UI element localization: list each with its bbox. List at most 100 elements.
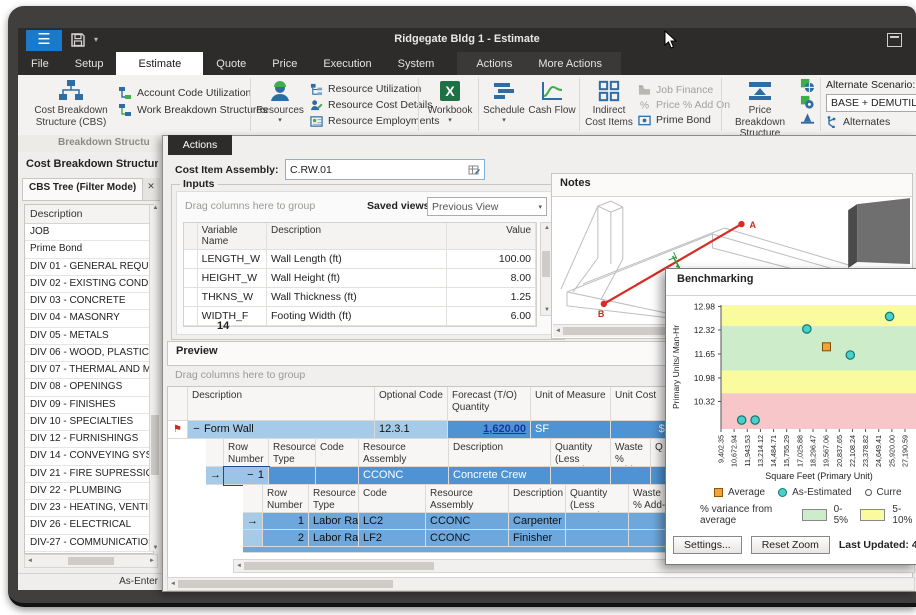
waste-cell[interactable] xyxy=(611,467,651,485)
variable-name-cell[interactable]: HEIGHT_W xyxy=(198,269,267,287)
cone-icon[interactable] xyxy=(800,112,815,125)
table-row[interactable]: HEIGHT_WWall Height (ft)8.00 xyxy=(184,269,536,288)
row-number-cell[interactable]: 1 xyxy=(263,513,309,530)
list-item[interactable]: DIV 22 - PLUMBING xyxy=(25,483,153,500)
menu-execution[interactable]: Execution xyxy=(310,52,384,75)
column-header[interactable]: Resource Assembly xyxy=(359,439,449,467)
list-item[interactable]: DIV 01 - GENERAL REQUIRE... xyxy=(25,259,153,276)
column-header[interactable]: Optional Code xyxy=(375,387,448,421)
column-header[interactable]: Resource Assembly xyxy=(426,485,509,513)
column-header[interactable]: Row Number xyxy=(224,439,269,467)
description-cell[interactable]: Wall Height (ft) xyxy=(267,269,447,287)
resource-type-cell[interactable]: Labor Rate xyxy=(309,530,359,547)
assembly-picker-icon[interactable] xyxy=(468,164,480,176)
list-item[interactable]: DIV 05 - METALS xyxy=(25,328,153,345)
row-number-cell[interactable]: 2 xyxy=(263,530,309,547)
workbook-button[interactable]: X Workbook ▾ xyxy=(424,79,476,125)
scrollbar-thumb[interactable] xyxy=(244,562,434,570)
indirect-cost-items-button[interactable]: Indirect Cost Items xyxy=(584,79,634,128)
description-cell[interactable]: Finisher xyxy=(509,530,566,547)
quantity-cell[interactable] xyxy=(566,530,629,547)
column-header[interactable]: Row Number xyxy=(263,485,309,513)
variable-name-cell[interactable]: THKNS_W xyxy=(198,288,267,306)
hamburger-menu-button[interactable]: ☰ xyxy=(26,30,62,51)
menu-file[interactable]: File xyxy=(18,52,62,75)
scroll-down-icon[interactable]: ▼ xyxy=(150,545,161,551)
dialog-horizontal-scrollbar[interactable]: ◄ xyxy=(167,577,915,591)
column-header[interactable]: Waste % Add-on xyxy=(611,439,651,467)
list-item[interactable]: DIV 06 - WOOD, PLASTICS a... xyxy=(25,345,153,362)
variable-name-cell[interactable]: LENGTH_W xyxy=(198,250,267,268)
cost-item-assembly-input[interactable]: C.RW.01 xyxy=(285,159,485,180)
scroll-left-icon[interactable]: ◄ xyxy=(236,563,242,569)
flag-column-header[interactable] xyxy=(168,387,188,421)
column-header[interactable]: Resource Type xyxy=(269,439,316,467)
forecast-quantity-cell[interactable]: 1,620.00 xyxy=(448,421,531,439)
description-cell[interactable]: Wall Thickness (ft) xyxy=(267,288,447,306)
list-item[interactable]: DIV 14 - CONVEYING SYSTEMS xyxy=(25,448,153,465)
close-icon[interactable]: ✕ xyxy=(143,178,159,200)
reset-zoom-button[interactable]: Reset Zoom xyxy=(751,536,830,554)
cbs-button[interactable]: Cost Breakdown Structure (CBS) xyxy=(28,79,114,128)
collapse-icon[interactable]: − xyxy=(192,421,201,438)
list-item[interactable]: DIV 23 - HEATING, VENTILA... xyxy=(25,500,153,517)
resource-type-cell[interactable]: Labor Rate xyxy=(309,513,359,530)
variable-name-cell[interactable]: WIDTH_F xyxy=(198,307,267,325)
cbs-tree-tab[interactable]: CBS Tree (Filter Mode) xyxy=(22,178,143,200)
column-header[interactable]: Quantity (Less Waste) xyxy=(566,485,629,513)
schedule-button[interactable]: Schedule ▾ xyxy=(482,79,526,125)
resource-employments-button[interactable]: Resource Employments xyxy=(310,115,439,128)
work-breakdown-structures-button[interactable]: Work Breakdown Structures xyxy=(118,103,268,117)
list-item[interactable]: DIV 10 - SPECIALTIES xyxy=(25,414,153,431)
description-cell[interactable]: Footing Width (ft) xyxy=(267,307,447,325)
column-header[interactable]: Description xyxy=(509,485,566,513)
scroll-right-icon[interactable]: ► xyxy=(149,558,155,564)
description-cell[interactable]: Wall Length (ft) xyxy=(267,250,447,268)
column-header[interactable]: Resource Type xyxy=(309,485,359,513)
alternates-button[interactable]: Alternates xyxy=(826,116,916,128)
scrollbar-thumb[interactable] xyxy=(542,251,550,277)
list-item[interactable]: DIV 09 - FINISHES xyxy=(25,397,153,414)
menu-setup[interactable]: Setup xyxy=(62,52,117,75)
saved-views-select[interactable]: Previous View ▾ xyxy=(427,197,547,216)
actions-dialog-tab[interactable]: Actions xyxy=(168,135,232,155)
list-item[interactable]: DIV 21 - FIRE SUPRESSION xyxy=(25,466,153,483)
job-finance-button[interactable]: Job Finance xyxy=(638,84,730,96)
column-header[interactable]: Description xyxy=(449,439,551,467)
table-row[interactable]: WIDTH_FFooting Width (ft)6.00 xyxy=(184,307,536,326)
column-header[interactable]: Description xyxy=(267,223,447,249)
price-add-on-button[interactable]: % Price % Add On xyxy=(638,99,730,111)
table-row[interactable]: LENGTH_WWall Length (ft)100.00 xyxy=(184,250,536,269)
description-cell[interactable]: Carpenter ... xyxy=(509,513,566,530)
menu-actions[interactable]: Actions xyxy=(463,52,525,75)
list-item[interactable]: DIV 02 - EXISTING CONDITI... xyxy=(25,276,153,293)
code-cell[interactable]: LC2 xyxy=(359,513,426,530)
list-item[interactable]: DIV 08 - OPENINGS xyxy=(25,379,153,396)
list-item[interactable]: DIV 07 - THERMAL AND MOI... xyxy=(25,362,153,379)
resource-cost-details-button[interactable]: Resource Cost Details xyxy=(310,99,439,112)
cost-item-description-cell[interactable]: − Form Wall xyxy=(188,421,375,439)
resource-assembly-cell[interactable]: CCONC xyxy=(359,467,449,485)
scrollbar-thumb[interactable] xyxy=(151,415,159,475)
column-header[interactable]: Code xyxy=(316,439,359,467)
quantity-cell[interactable] xyxy=(551,467,611,485)
row-number-cell[interactable]: − 1 xyxy=(224,467,269,485)
value-cell[interactable]: 1.25 xyxy=(447,288,536,306)
column-header[interactable]: Forecast (T/O) Quantity xyxy=(448,387,531,421)
table-row[interactable]: THKNS_WWall Thickness (ft)1.25 xyxy=(184,288,536,307)
menu-more-actions[interactable]: More Actions xyxy=(525,52,615,75)
list-item[interactable]: Prime Bond xyxy=(25,241,153,258)
list-item[interactable]: DIV 03 - CONCRETE xyxy=(25,293,153,310)
scrollbar-thumb[interactable] xyxy=(178,580,393,588)
forecast-quantity-link[interactable]: 1,620.00 xyxy=(483,423,526,435)
scrollbar-thumb[interactable] xyxy=(68,557,114,565)
save-button[interactable] xyxy=(70,32,88,48)
alternate-scenario-select[interactable]: BASE + DEMUTIL: Dem... ▾ xyxy=(826,94,916,112)
value-cell[interactable]: 8.00 xyxy=(447,269,536,287)
unit-of-measure-cell[interactable]: SF xyxy=(531,421,611,439)
save-dropdown-caret[interactable]: ▾ xyxy=(94,35,98,44)
list-item[interactable]: JOB xyxy=(25,224,153,241)
collapse-icon[interactable]: − xyxy=(246,467,255,484)
scenario-settings-icon[interactable] xyxy=(800,95,815,110)
value-cell[interactable]: 100.00 xyxy=(447,250,536,268)
